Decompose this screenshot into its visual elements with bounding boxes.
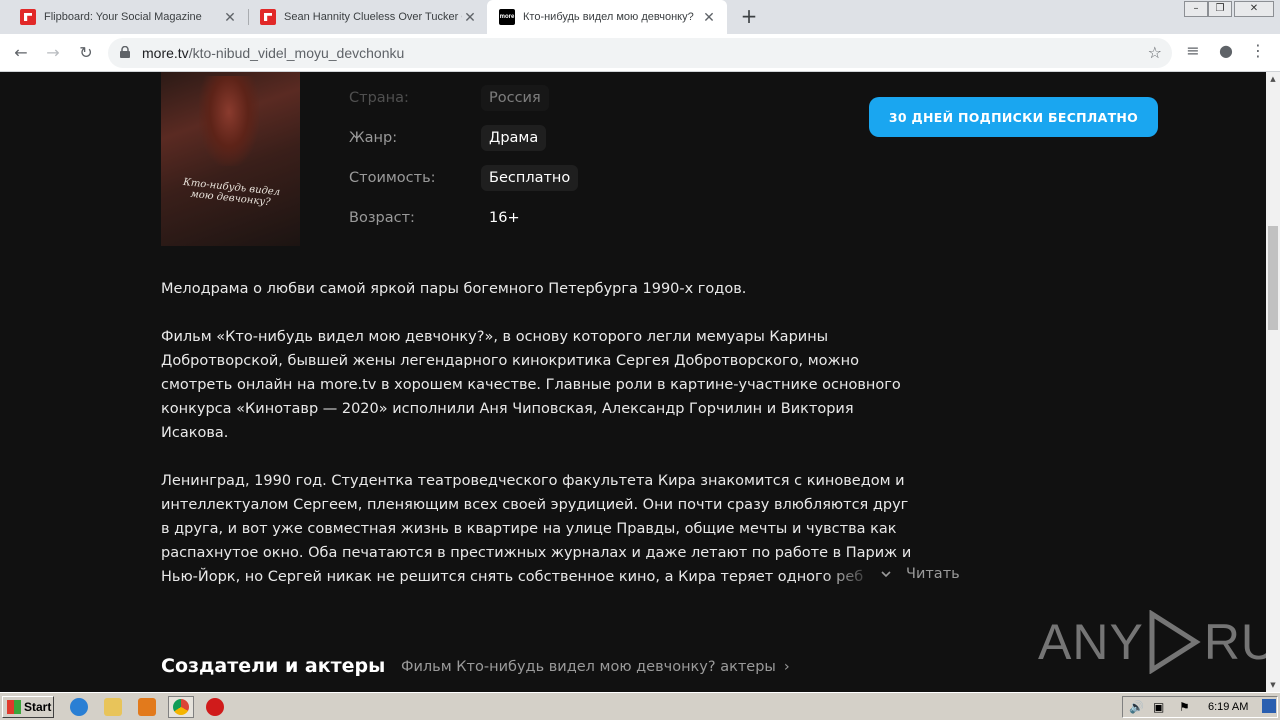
browser-toolbar: ← → ↻ more.tv/kto-nibud_videl_moyu_devch… — [0, 34, 1280, 72]
poster-title: Кто-нибудь видел мою девчонку? — [182, 176, 281, 209]
description-line: конкурса «Кинотавр — 2020» исполнили Аня… — [161, 401, 854, 417]
description-line: интеллектуалом Сергеем, пленяющим всех с… — [161, 497, 909, 513]
reload-icon[interactable]: ↻ — [73, 40, 99, 66]
price-tag[interactable]: Бесплатно — [481, 165, 579, 191]
start-label: Start — [24, 700, 52, 714]
meta-genre: Жанр: Драма — [349, 124, 547, 152]
network-icon[interactable]: ▣ — [1153, 700, 1164, 714]
description-line: Исакова. — [161, 425, 229, 441]
description-paragraph: Фильм «Кто-нибудь видел мою девчонку?», … — [161, 325, 941, 445]
description-line: Нью-Йорк, но Сергей никак не решится сня… — [161, 569, 864, 585]
forward-icon[interactable]: → — [40, 40, 66, 66]
system-tray: 🔊 ▣ ⚑ — [1122, 696, 1278, 718]
subscribe-button[interactable]: 30 ДНЕЙ ПОДПИСКИ БЕСПЛАТНО — [869, 97, 1158, 137]
description-line: в друга, и вот уже совместная жизнь в кв… — [161, 521, 897, 537]
meta-age: Возраст: 16+ — [349, 204, 528, 232]
play-icon — [1149, 610, 1201, 674]
meta-price: Стоимость: Бесплатно — [349, 164, 579, 192]
chevron-down-icon — [881, 571, 891, 578]
movie-poster: Кто-нибудь видел мою девчонку? — [161, 72, 300, 246]
page-scrollbar[interactable]: ▲ ▼ — [1266, 72, 1280, 692]
new-tab-icon[interactable]: + — [738, 5, 760, 27]
close-icon[interactable]: ✕ — [462, 9, 478, 26]
tab-more-tv[interactable]: more Кто-нибудь видел мою девчонку? ✕ — [487, 0, 727, 34]
close-icon[interactable]: ✕ — [222, 9, 238, 26]
url-path: /kto-nibud_videl_moyu_devchonku — [188, 45, 405, 61]
genre-tag[interactable]: Драма — [481, 125, 547, 151]
windows-taskbar: Start 🔊 ▣ ⚑ 6:19 AM — [0, 692, 1280, 720]
description-line: Добротворской, бывшей жены легендарного … — [161, 353, 859, 369]
windows-logo-icon — [7, 700, 21, 714]
start-button[interactable]: Start — [2, 696, 54, 718]
description-line: Фильм «Кто-нибудь видел мою девчонку?», … — [161, 329, 829, 345]
tab-sean-hannity[interactable]: Sean Hannity Clueless Over Tucker C ✕ — [248, 0, 488, 34]
profile-icon[interactable]: ● — [1214, 41, 1238, 60]
back-icon[interactable]: ← — [8, 40, 34, 66]
watermark-right-text: RUN — [1203, 614, 1266, 670]
media-player-icon[interactable] — [138, 698, 156, 716]
country-tag[interactable]: Россия — [481, 85, 549, 111]
action-center-flag-icon[interactable]: ⚑ — [1179, 700, 1190, 714]
chrome-taskbar-button[interactable] — [168, 696, 194, 718]
chrome-icon — [173, 699, 189, 715]
taskbar-clock: 6:19 AM — [1208, 701, 1249, 713]
bookmark-star-icon[interactable]: ☆ — [1148, 43, 1162, 62]
tab-title: Кто-нибудь видел мою девчонку? — [523, 11, 694, 23]
scroll-thumb[interactable] — [1268, 226, 1278, 330]
page-content: Кто-нибудь видел мою девчонку? Страна: Р… — [0, 72, 1266, 692]
poster-figure — [199, 76, 259, 166]
menu-kebab-icon[interactable]: ⋮ — [1246, 41, 1270, 60]
flipboard-icon — [260, 9, 276, 25]
more-tv-icon: more — [499, 9, 515, 25]
ie-icon[interactable] — [70, 698, 88, 716]
read-more-button[interactable]: Читать — [880, 566, 960, 582]
description-line: распахнутое окно. Оба печатаются в прест… — [161, 545, 912, 561]
description-line: Ленинград, 1990 год. Студентка театровед… — [161, 473, 905, 489]
meta-label: Стоимость: — [349, 170, 436, 186]
scroll-down-icon[interactable]: ▼ — [1266, 678, 1280, 692]
url-text: more.tv/kto-nibud_videl_moyu_devchonku — [142, 45, 404, 61]
show-desktop-icon[interactable] — [1262, 699, 1276, 713]
age-value: 16+ — [489, 210, 520, 226]
address-bar[interactable]: more.tv/kto-nibud_videl_moyu_devchonku ☆ — [108, 38, 1172, 68]
url-host: more.tv — [142, 45, 189, 61]
restore-icon[interactable]: ❐ — [1208, 1, 1232, 17]
close-icon[interactable]: ✕ — [701, 9, 717, 26]
volume-icon[interactable]: 🔊 — [1129, 700, 1144, 714]
chevron-right-icon: › — [783, 659, 790, 675]
cast-link-label: Фильм Кто-нибудь видел мою девчонку? акт… — [401, 659, 776, 675]
description-paragraph: Мелодрама о любви самой яркой пары богем… — [161, 277, 941, 301]
description-line: смотреть онлайн на more.tv в хорошем кач… — [161, 377, 901, 393]
lock-icon — [120, 46, 130, 58]
tab-flipboard[interactable]: Flipboard: Your Social Magazine ✕ — [8, 0, 248, 34]
description-line: Мелодрама о любви самой яркой пары богем… — [161, 281, 747, 297]
window-close-icon[interactable]: ✕ — [1234, 1, 1274, 17]
cast-section-title: Создатели и актеры — [161, 655, 386, 677]
meta-label: Жанр: — [349, 130, 398, 146]
flipboard-icon — [20, 9, 36, 25]
watermark-left-text: ANY — [1038, 614, 1144, 670]
anyrun-watermark: ANY RUN — [1038, 610, 1266, 674]
browser-tab-bar: Flipboard: Your Social Magazine ✕ Sean H… — [0, 0, 1280, 34]
media-queue-icon[interactable]: ≡ — [1181, 41, 1205, 60]
meta-label: Страна: — [349, 90, 409, 106]
minimize-icon[interactable]: – — [1184, 1, 1208, 17]
meta-label: Возраст: — [349, 210, 415, 226]
folder-icon[interactable] — [104, 698, 122, 716]
read-more-label: Читать — [906, 566, 960, 582]
cast-section-link[interactable]: Фильм Кто-нибудь видел мою девчонку? акт… — [401, 659, 790, 675]
meta-country: Страна: Россия — [349, 84, 549, 112]
tab-title: Flipboard: Your Social Magazine — [44, 11, 202, 23]
scroll-up-icon[interactable]: ▲ — [1266, 72, 1280, 86]
opera-icon[interactable] — [206, 698, 224, 716]
tab-title: Sean Hannity Clueless Over Tucker C — [284, 11, 462, 23]
